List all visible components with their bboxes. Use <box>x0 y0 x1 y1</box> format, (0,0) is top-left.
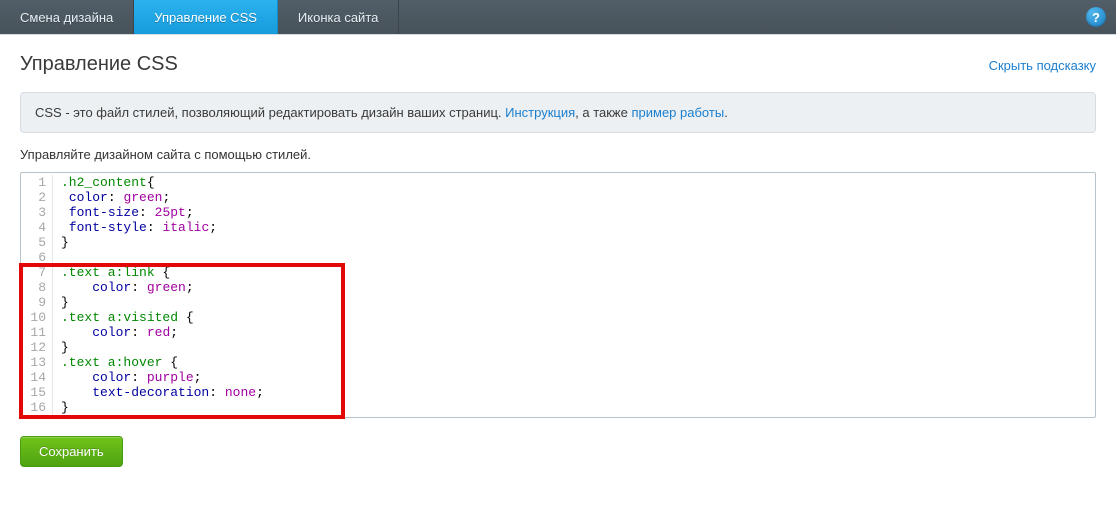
line-number: 13 <box>21 355 53 370</box>
line-number: 7 <box>21 265 53 280</box>
info-text-suffix: . <box>724 105 728 120</box>
tab-design-change[interactable]: Смена дизайна <box>0 0 134 34</box>
line-number: 5 <box>21 235 53 250</box>
code-line[interactable]: 11 color: red; <box>21 325 1095 340</box>
code-line[interactable]: 7.text a:link { <box>21 265 1095 280</box>
code-line[interactable]: 5} <box>21 235 1095 250</box>
line-number: 11 <box>21 325 53 340</box>
line-number: 10 <box>21 310 53 325</box>
line-source[interactable]: .text a:link { <box>53 265 170 280</box>
line-source[interactable]: } <box>53 400 69 415</box>
line-source[interactable]: } <box>53 340 69 355</box>
line-number: 9 <box>21 295 53 310</box>
line-source[interactable]: font-style: italic; <box>53 220 217 235</box>
code-line[interactable]: 4 font-style: italic; <box>21 220 1095 235</box>
tab-site-icon[interactable]: Иконка сайта <box>278 0 399 34</box>
topbar: Смена дизайна Управление CSS Иконка сайт… <box>0 0 1116 34</box>
page-header: Управление CSS Скрыть подсказку <box>20 53 1096 76</box>
line-number: 2 <box>21 190 53 205</box>
code-line[interactable]: 13.text a:hover { <box>21 355 1095 370</box>
line-number: 4 <box>21 220 53 235</box>
line-number: 14 <box>21 370 53 385</box>
line-source[interactable]: } <box>53 235 69 250</box>
info-link-instruction[interactable]: Инструкция <box>505 105 575 120</box>
description-text: Управляйте дизайном сайта с помощью стил… <box>20 147 1096 162</box>
code-line[interactable]: 16} <box>21 400 1095 415</box>
line-source[interactable]: color: green; <box>53 190 170 205</box>
code-line[interactable]: 6 <box>21 250 1095 265</box>
help-icon[interactable]: ? <box>1086 7 1106 27</box>
line-number: 1 <box>21 175 53 190</box>
hide-hint-link[interactable]: Скрыть подсказку <box>989 58 1096 73</box>
editor-wrap: 1.h2_content{2 color: green;3 font-size:… <box>20 172 1096 418</box>
info-text-prefix: CSS - это файл стилей, позволяющий редак… <box>35 105 505 120</box>
save-button[interactable]: Сохранить <box>20 436 123 467</box>
line-number: 3 <box>21 205 53 220</box>
line-number: 8 <box>21 280 53 295</box>
code-line[interactable]: 1.h2_content{ <box>21 175 1095 190</box>
line-source[interactable]: } <box>53 295 69 310</box>
info-box: CSS - это файл стилей, позволяющий редак… <box>20 92 1096 133</box>
code-line[interactable]: 14 color: purple; <box>21 370 1095 385</box>
line-source[interactable]: color: red; <box>53 325 178 340</box>
line-source[interactable] <box>53 250 61 265</box>
code-line[interactable]: 12} <box>21 340 1095 355</box>
line-number: 15 <box>21 385 53 400</box>
info-text-mid: , а также <box>575 105 631 120</box>
code-line[interactable]: 2 color: green; <box>21 190 1095 205</box>
tab-css-management[interactable]: Управление CSS <box>134 0 278 34</box>
line-source[interactable]: .text a:visited { <box>53 310 194 325</box>
line-source[interactable]: .text a:hover { <box>53 355 178 370</box>
page-title: Управление CSS <box>20 53 178 76</box>
code-line[interactable]: 15 text-decoration: none; <box>21 385 1095 400</box>
line-source[interactable]: color: purple; <box>53 370 201 385</box>
line-number: 6 <box>21 250 53 265</box>
line-number: 12 <box>21 340 53 355</box>
line-source[interactable]: .h2_content{ <box>53 175 155 190</box>
code-line[interactable]: 8 color: green; <box>21 280 1095 295</box>
content-area: Управление CSS Скрыть подсказку CSS - эт… <box>0 34 1116 497</box>
line-source[interactable]: font-size: 25pt; <box>53 205 194 220</box>
code-body[interactable]: 1.h2_content{2 color: green;3 font-size:… <box>21 175 1095 415</box>
line-source[interactable]: color: green; <box>53 280 194 295</box>
css-editor[interactable]: 1.h2_content{2 color: green;3 font-size:… <box>20 172 1096 418</box>
line-source[interactable]: text-decoration: none; <box>53 385 264 400</box>
code-line[interactable]: 9} <box>21 295 1095 310</box>
code-line[interactable]: 10.text a:visited { <box>21 310 1095 325</box>
line-number: 16 <box>21 400 53 415</box>
code-line[interactable]: 3 font-size: 25pt; <box>21 205 1095 220</box>
info-link-example[interactable]: пример работы <box>631 105 724 120</box>
